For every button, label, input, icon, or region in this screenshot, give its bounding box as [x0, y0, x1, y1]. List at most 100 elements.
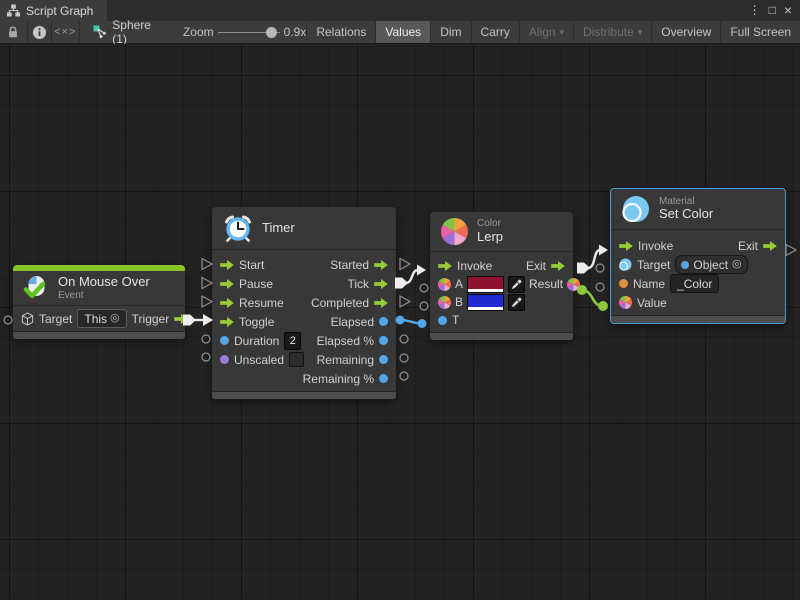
close-icon[interactable]: ×: [784, 0, 792, 21]
port-label: Invoke: [457, 259, 492, 273]
name-input[interactable]: _Color: [670, 274, 719, 293]
float-port-icon[interactable]: [379, 336, 388, 345]
info-button[interactable]: [28, 21, 52, 43]
overview-button[interactable]: Overview: [651, 21, 720, 43]
chevron-down-icon: ▾: [638, 27, 643, 38]
flow-port-icon[interactable]: [174, 314, 188, 324]
flow-port-icon[interactable]: [374, 298, 388, 308]
color-port-icon[interactable]: [438, 296, 451, 309]
node-footer: [611, 315, 785, 323]
node-footer: [212, 391, 396, 399]
values-button[interactable]: Values: [375, 21, 430, 43]
flow-port-icon[interactable]: [438, 261, 452, 271]
duration-input[interactable]: 2: [284, 332, 301, 350]
relations-button[interactable]: Relations: [306, 21, 375, 43]
flow-port-icon[interactable]: [619, 241, 633, 251]
flow-port-icon[interactable]: [220, 317, 234, 327]
string-port-icon[interactable]: [619, 279, 628, 288]
dim-button[interactable]: Dim: [430, 21, 470, 43]
flow-port-icon[interactable]: [763, 241, 777, 251]
timer-icon: [223, 213, 253, 243]
float-port-icon[interactable]: [379, 355, 388, 364]
object-picker-icon[interactable]: ◎: [732, 259, 742, 270]
flow-port-icon[interactable]: [220, 279, 234, 289]
align-button[interactable]: Align ▾: [519, 21, 573, 43]
float-port-icon[interactable]: [438, 316, 447, 325]
node-timer[interactable]: Timer Start Started Pause Tick Resume Co…: [212, 207, 396, 399]
toolbar-button-group: Relations Values Dim Carry Align ▾ Distr…: [306, 21, 800, 43]
color-b-value: [468, 295, 503, 307]
flow-port-icon[interactable]: [220, 260, 234, 270]
zoom-label: Zoom: [183, 25, 214, 39]
float-port-icon[interactable]: [379, 374, 388, 383]
port-label: Resume: [239, 296, 284, 310]
maximize-icon[interactable]: □: [769, 0, 776, 21]
unscaled-checkbox[interactable]: [289, 352, 304, 367]
object-field[interactable]: Object ◎: [675, 255, 747, 274]
node-title: Timer: [262, 221, 295, 236]
window-controls: ⋮ □ ×: [749, 0, 800, 21]
flow-port-icon[interactable]: [374, 279, 388, 289]
graph-owner-label: Sphere (1): [112, 18, 151, 46]
tab-script-graph[interactable]: Script Graph: [0, 0, 107, 21]
node-footer: [430, 332, 573, 340]
float-port-icon[interactable]: [220, 336, 229, 345]
zoom-slider-handle[interactable]: [266, 27, 277, 38]
node-row: Resume Completed: [212, 293, 396, 312]
bool-port-icon[interactable]: [220, 355, 229, 364]
port-label: Pause: [239, 277, 273, 291]
lock-button[interactable]: [0, 21, 27, 43]
color-port-icon[interactable]: [438, 278, 451, 291]
eyedropper-icon: [511, 297, 522, 308]
object-picker-icon[interactable]: ◎: [110, 313, 120, 324]
port-label: Remaining %: [303, 372, 374, 386]
port-label: Duration: [234, 334, 279, 348]
flow-port-icon[interactable]: [374, 260, 388, 270]
distribute-label: Distribute: [583, 25, 634, 39]
zoom-value: 0.9x: [284, 25, 307, 39]
graph-toolbar: <×> Sphere (1) Zoom 0.9x Relations Value…: [0, 21, 800, 44]
node-title: On Mouse Over: [58, 275, 150, 290]
flow-port-icon[interactable]: [220, 298, 234, 308]
node-set-color[interactable]: Material Set Color Invoke Exit Target Ob…: [610, 188, 786, 324]
port-label: Elapsed: [331, 315, 374, 329]
carry-button[interactable]: Carry: [471, 21, 519, 43]
tab-title: Script Graph: [26, 4, 93, 18]
eyedropper-button[interactable]: [508, 276, 525, 293]
eyedropper-button[interactable]: [508, 294, 525, 311]
chevron-down-icon: ▾: [560, 27, 565, 38]
node-row: Pause Tick: [212, 274, 396, 293]
node-row: A Result: [430, 275, 573, 293]
node-row: Target Object ◎: [611, 255, 785, 274]
eyedropper-icon: [511, 279, 522, 290]
target-field[interactable]: This ◎: [77, 309, 126, 328]
node-on-mouse-over[interactable]: On Mouse Over Event Target This ◎ Trigge…: [13, 265, 185, 339]
node-header: Color Lerp: [430, 212, 573, 252]
alpha-bar: [468, 307, 503, 310]
color-port-icon[interactable]: [619, 296, 632, 309]
fullscreen-button[interactable]: Full Screen: [720, 21, 800, 43]
port-label: Elapsed %: [317, 334, 374, 348]
node-row: Duration 2 Elapsed %: [212, 331, 396, 350]
port-label: Exit: [526, 259, 546, 273]
graph-owner-button[interactable]: Sphere (1): [79, 21, 151, 43]
zoom-slider[interactable]: [218, 32, 280, 33]
node-subtitle: Event: [58, 290, 150, 302]
color-b-swatch[interactable]: [467, 294, 504, 311]
material-sphere-icon: [622, 195, 650, 223]
color-port-icon[interactable]: [567, 278, 580, 291]
node-color-lerp[interactable]: Color Lerp Invoke Exit A: [430, 212, 573, 340]
port-label-target: Target: [39, 312, 72, 326]
flow-port-icon[interactable]: [551, 261, 565, 271]
distribute-button[interactable]: Distribute ▾: [573, 21, 651, 43]
node-row: Value: [611, 293, 785, 312]
material-port-icon[interactable]: [619, 258, 632, 271]
edit-code-button[interactable]: <×>: [52, 21, 79, 43]
window-menu-icon[interactable]: ⋮: [749, 0, 761, 21]
node-row: Toggle Elapsed: [212, 312, 396, 331]
port-label: Exit: [738, 239, 758, 253]
color-a-value: [468, 277, 503, 289]
node-header: On Mouse Over Event: [13, 271, 185, 306]
color-a-swatch[interactable]: [467, 276, 504, 293]
float-port-icon[interactable]: [379, 317, 388, 326]
